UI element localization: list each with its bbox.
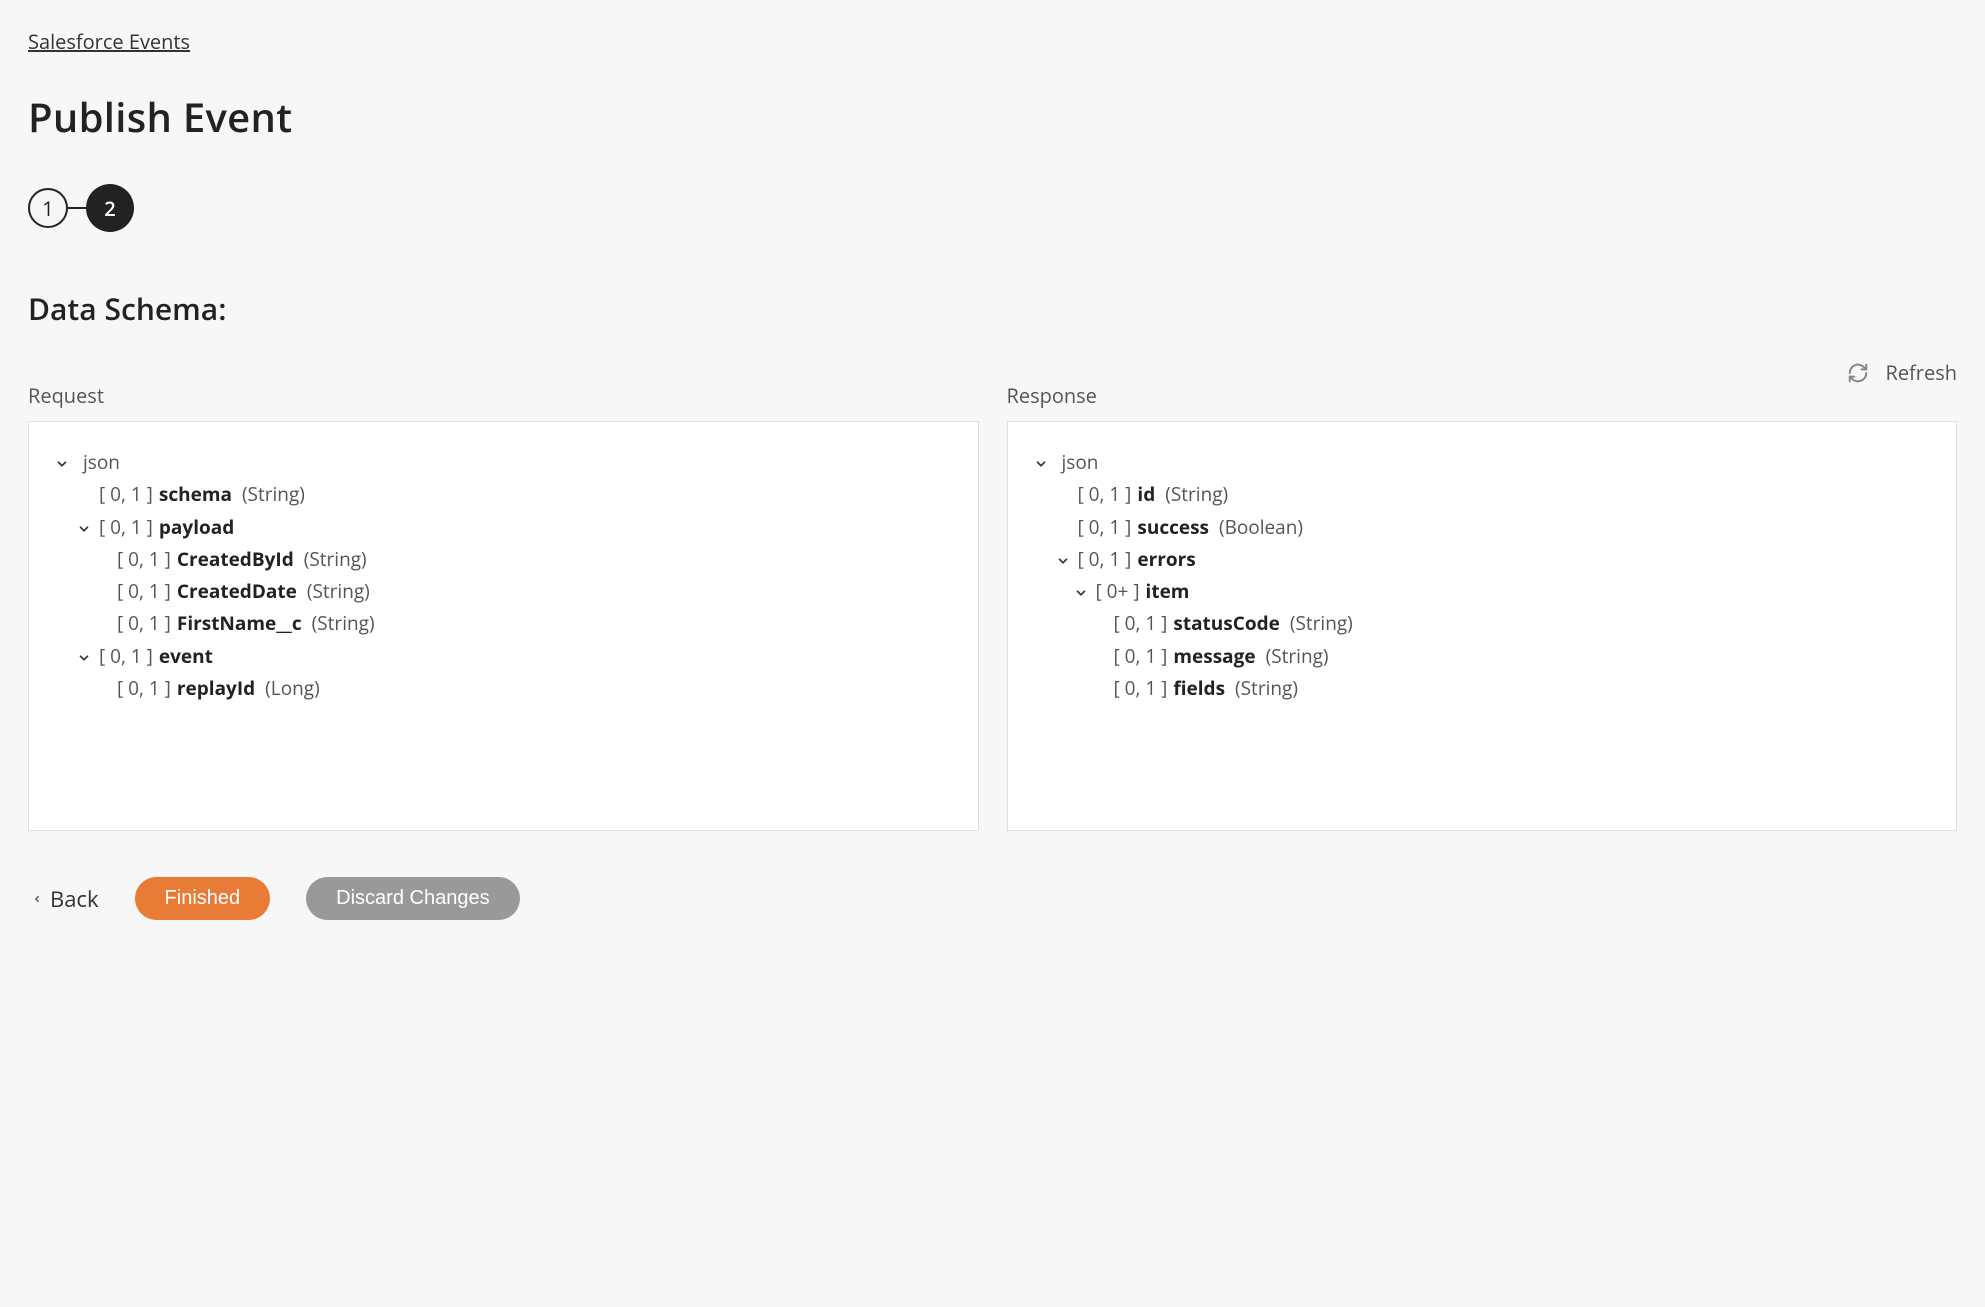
tree-row-id[interactable]: [ 0, 1 ] id (String) [1032, 478, 1933, 510]
field-type: (Long) [261, 672, 320, 704]
field-type: (Boolean) [1215, 511, 1303, 543]
cardinality: [ 0, 1 ] [117, 575, 171, 607]
field-name: CreatedById [177, 543, 294, 575]
request-panel: json [ 0, 1 ] schema (String) [ 0, 1 ] p… [28, 421, 979, 831]
response-panel: json [ 0, 1 ] id (String) [ 0, 1 ] succe… [1007, 421, 1958, 831]
back-label: Back [50, 884, 99, 914]
chevron-down-icon[interactable] [1072, 586, 1090, 600]
cardinality: [ 0, 1 ] [99, 478, 153, 510]
field-type: (String) [300, 543, 367, 575]
refresh-icon[interactable] [1847, 362, 1869, 384]
finished-button[interactable]: Finished [135, 877, 271, 920]
back-button[interactable]: Back [28, 884, 99, 914]
chevron-left-icon [32, 891, 42, 907]
field-name: schema [159, 478, 232, 510]
response-header: Response [1007, 382, 1958, 421]
field-name: id [1137, 478, 1155, 510]
chevron-down-icon[interactable] [75, 651, 93, 665]
field-name: payload [159, 511, 234, 543]
cardinality: [ 0, 1 ] [99, 640, 153, 672]
request-header: Request [28, 382, 979, 421]
cardinality: [ 0, 1 ] [117, 543, 171, 575]
field-type: (String) [303, 575, 370, 607]
tree-row-firstname[interactable]: [ 0, 1 ] FirstName__c (String) [53, 607, 954, 639]
chevron-down-icon[interactable] [75, 522, 93, 536]
tree-row-errors[interactable]: [ 0, 1 ] errors [1032, 543, 1933, 575]
discard-changes-button[interactable]: Discard Changes [306, 877, 519, 920]
stepper: 1 2 [28, 184, 1957, 232]
cardinality: [ 0, 1 ] [1114, 607, 1168, 639]
cardinality: [ 0+ ] [1096, 575, 1140, 607]
section-data-schema-label: Data Schema: [28, 288, 1957, 329]
step-2[interactable]: 2 [86, 184, 134, 232]
field-name: item [1146, 575, 1190, 607]
field-name: replayId [177, 672, 255, 704]
tree-row-createdbyid[interactable]: [ 0, 1 ] CreatedById (String) [53, 543, 954, 575]
tree-row-schema[interactable]: [ 0, 1 ] schema (String) [53, 478, 954, 510]
tree-label: json [77, 446, 120, 478]
field-name: errors [1137, 543, 1195, 575]
tree-row-fields[interactable]: [ 0, 1 ] fields (String) [1032, 672, 1933, 704]
tree-row-message[interactable]: [ 0, 1 ] message (String) [1032, 640, 1933, 672]
field-name: fields [1173, 672, 1225, 704]
field-name: event [159, 640, 213, 672]
field-type: (String) [1286, 607, 1353, 639]
page-title: Publish Event [28, 89, 1957, 144]
step-1[interactable]: 1 [28, 188, 68, 228]
tree-row-json[interactable]: json [1032, 446, 1933, 478]
cardinality: [ 0, 1 ] [1114, 640, 1168, 672]
stepper-connector [68, 207, 86, 209]
cardinality: [ 0, 1 ] [1078, 543, 1132, 575]
cardinality: [ 0, 1 ] [1078, 511, 1132, 543]
field-name: FirstName__c [177, 607, 302, 639]
tree-row-item[interactable]: [ 0+ ] item [1032, 575, 1933, 607]
cardinality: [ 0, 1 ] [1078, 478, 1132, 510]
breadcrumb-salesforce-events[interactable]: Salesforce Events [28, 28, 190, 55]
tree-row-success[interactable]: [ 0, 1 ] success (Boolean) [1032, 511, 1933, 543]
tree-row-payload[interactable]: [ 0, 1 ] payload [53, 511, 954, 543]
chevron-down-icon[interactable] [53, 457, 71, 471]
field-type: (String) [238, 478, 305, 510]
tree-row-createddate[interactable]: [ 0, 1 ] CreatedDate (String) [53, 575, 954, 607]
field-type: (String) [1262, 640, 1329, 672]
tree-row-replayid[interactable]: [ 0, 1 ] replayId (Long) [53, 672, 954, 704]
cardinality: [ 0, 1 ] [1114, 672, 1168, 704]
chevron-down-icon[interactable] [1032, 457, 1050, 471]
tree-row-json[interactable]: json [53, 446, 954, 478]
field-type: (String) [308, 607, 375, 639]
field-name: success [1137, 511, 1209, 543]
field-type: (String) [1231, 672, 1298, 704]
cardinality: [ 0, 1 ] [117, 672, 171, 704]
chevron-down-icon[interactable] [1054, 554, 1072, 568]
tree-label: json [1056, 446, 1099, 478]
tree-row-statuscode[interactable]: [ 0, 1 ] statusCode (String) [1032, 607, 1933, 639]
field-name: statusCode [1173, 607, 1279, 639]
cardinality: [ 0, 1 ] [117, 607, 171, 639]
field-name: CreatedDate [177, 575, 297, 607]
field-type: (String) [1161, 478, 1228, 510]
field-name: message [1173, 640, 1255, 672]
tree-row-event[interactable]: [ 0, 1 ] event [53, 640, 954, 672]
cardinality: [ 0, 1 ] [99, 511, 153, 543]
